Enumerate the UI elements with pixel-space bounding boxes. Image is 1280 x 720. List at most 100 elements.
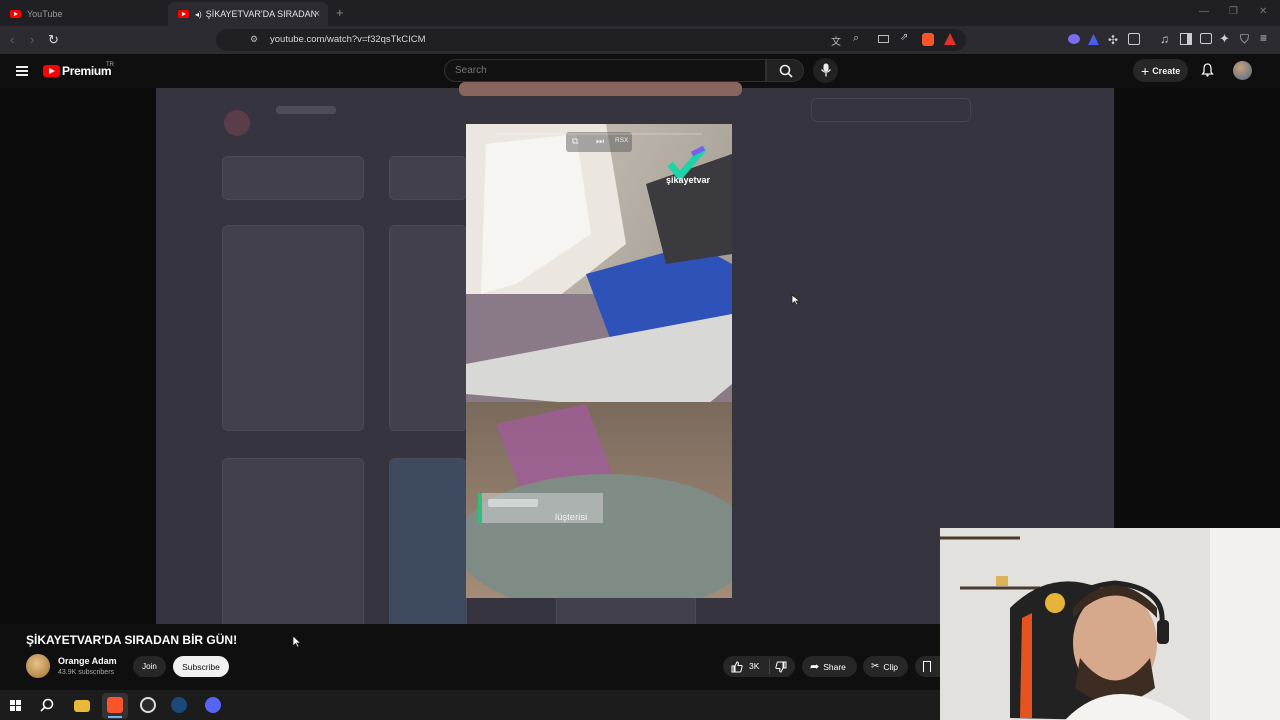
youtube-favicon-icon — [10, 10, 21, 18]
webcam-overlay — [940, 528, 1280, 720]
clip-button[interactable]: ✂ Clip — [863, 656, 908, 677]
extension-leo-icon[interactable] — [1068, 34, 1080, 44]
close-window-icon[interactable]: ✕ — [1259, 6, 1267, 17]
tab-label: YouTube — [27, 9, 63, 19]
url-text[interactable]: youtube.com/watch?v=f32qsTkCICM — [270, 34, 426, 45]
share-button[interactable]: ➦ Share — [802, 656, 857, 677]
site-info-icon[interactable]: ⚙ — [250, 34, 258, 45]
new-tab-button[interactable]: + — [336, 5, 344, 20]
zoom-icon[interactable]: ⌕ — [853, 32, 859, 45]
back-icon[interactable]: ‹ — [10, 32, 14, 47]
faded-card — [389, 156, 467, 200]
country-code: TR — [106, 62, 114, 68]
subscriber-count: 43.9K subscribers — [58, 669, 115, 676]
share-label: Share — [823, 661, 846, 672]
reload-icon[interactable]: ↻ — [48, 32, 59, 48]
account-avatar[interactable] — [1233, 61, 1252, 80]
pip-icon[interactable]: ⧉ — [572, 136, 578, 147]
channel-name[interactable]: Orange Adam — [58, 656, 117, 666]
extension-vpn-icon[interactable] — [1088, 34, 1099, 45]
join-button[interactable]: Join — [133, 656, 166, 677]
tab-current-video[interactable]: ◂) ŞİKAYETVAR'DA SIRADAN BİR × — [168, 2, 328, 26]
faded-card — [222, 225, 364, 431]
thumbs-up-icon — [731, 661, 743, 673]
create-label: Create — [1152, 65, 1181, 76]
phone-recording: ⧉ ⏭ RSX şikayetvar — [466, 124, 732, 598]
file-explorer-icon[interactable] — [74, 700, 90, 712]
notifications-bell-icon[interactable] — [1201, 63, 1214, 77]
brave-icon[interactable] — [107, 697, 123, 713]
screenshot-icon[interactable] — [1128, 33, 1140, 45]
youtube-logo-icon[interactable] — [43, 65, 60, 77]
wallet-icon[interactable] — [1200, 33, 1212, 44]
notification-toast: lüşterisi — [478, 493, 603, 523]
share-page-icon[interactable]: ⇗ — [900, 32, 908, 43]
faded-card — [222, 156, 364, 200]
extensions-icon[interactable]: ✣ — [1108, 33, 1118, 47]
faded-button — [811, 98, 971, 122]
voice-search-button[interactable] — [813, 58, 838, 83]
close-tab-icon[interactable]: × — [314, 8, 320, 20]
steam-icon[interactable] — [171, 697, 187, 713]
guide-menu-icon[interactable] — [16, 66, 28, 76]
like-count: 3K — [749, 661, 760, 671]
forward-icon[interactable]: › — [30, 32, 34, 47]
microphone-icon — [820, 63, 832, 77]
plus-icon: + — [1141, 62, 1150, 79]
subscribe-button[interactable]: Subscribe — [173, 656, 229, 677]
menu-icon[interactable]: ≡ — [1260, 31, 1267, 45]
share-icon: ➦ — [810, 661, 820, 673]
save-button[interactable] — [915, 656, 940, 677]
minimize-icon[interactable]: — — [1199, 6, 1209, 17]
browser-toolbar: ‹ › ↻ ⚙ youtube.com/watch?v=f32qsTkCICM … — [0, 26, 1280, 54]
faded-text — [276, 106, 336, 114]
faded-card — [389, 225, 467, 431]
windows-start-icon[interactable] — [10, 700, 21, 711]
media-icon[interactable]: ♫ — [1160, 32, 1169, 46]
faded-banner — [459, 82, 742, 96]
brave-shields-icon[interactable] — [922, 33, 934, 46]
youtube-favicon-icon — [178, 10, 189, 18]
save-icon — [923, 661, 931, 672]
overlay-badge: RSX — [615, 137, 629, 144]
restore-icon[interactable]: ❐ — [1229, 6, 1238, 17]
brave-rewards-icon[interactable] — [944, 33, 956, 45]
faded-card — [222, 458, 364, 628]
tab-youtube[interactable]: YouTube — [0, 2, 165, 26]
scissors-icon: ✂ — [871, 661, 880, 672]
chrome-icon[interactable] — [140, 697, 156, 713]
phone-footage-illustration — [466, 124, 732, 598]
cast-icon[interactable] — [878, 35, 889, 43]
clip-label: Clip — [883, 661, 899, 672]
faded-game-header — [224, 102, 374, 142]
streamer-webcam-illustration — [940, 528, 1280, 720]
divider — [769, 659, 770, 674]
search-icon[interactable] — [40, 698, 54, 712]
address-bar[interactable]: ⚙ youtube.com/watch?v=f32qsTkCICM 文 ⌕ ⇗ — [216, 29, 966, 51]
brand-label[interactable]: Premium — [62, 64, 112, 78]
faded-game-icon — [224, 110, 250, 136]
like-dislike-group: 3K — [723, 656, 795, 677]
channel-avatar[interactable] — [26, 654, 50, 678]
mouse-cursor-icon — [292, 635, 302, 648]
search-input[interactable] — [455, 65, 755, 76]
browser-tab-bar: YouTube ◂) ŞİKAYETVAR'DA SIRADAN BİR × +… — [0, 0, 1280, 26]
search-button[interactable] — [766, 59, 804, 82]
sidebar-icon[interactable] — [1180, 33, 1192, 45]
thumbs-down-icon[interactable] — [775, 661, 787, 673]
watermark-text: şikayetvar — [666, 175, 711, 185]
active-indicator — [108, 716, 122, 718]
toast-text: lüşterisi — [555, 512, 588, 523]
like-button[interactable]: 3K — [729, 660, 769, 674]
discord-icon[interactable] — [205, 697, 221, 713]
faded-card — [389, 458, 467, 628]
create-button[interactable]: + Create — [1133, 59, 1188, 82]
skip-icon[interactable]: ⏭ — [596, 136, 604, 147]
search-box[interactable] — [444, 59, 766, 82]
tab-label: ŞİKAYETVAR'DA SIRADAN BİR — [205, 9, 316, 19]
vpn-shield-icon[interactable]: ⛉ — [1240, 32, 1249, 47]
mouse-cursor-icon — [791, 294, 801, 306]
translate-icon[interactable]: 文 — [831, 33, 841, 48]
leo-ai-icon[interactable]: ✦ — [1219, 31, 1230, 47]
video-title: ŞİKAYETVAR'DA SIRADAN BİR GÜN! — [26, 633, 238, 647]
